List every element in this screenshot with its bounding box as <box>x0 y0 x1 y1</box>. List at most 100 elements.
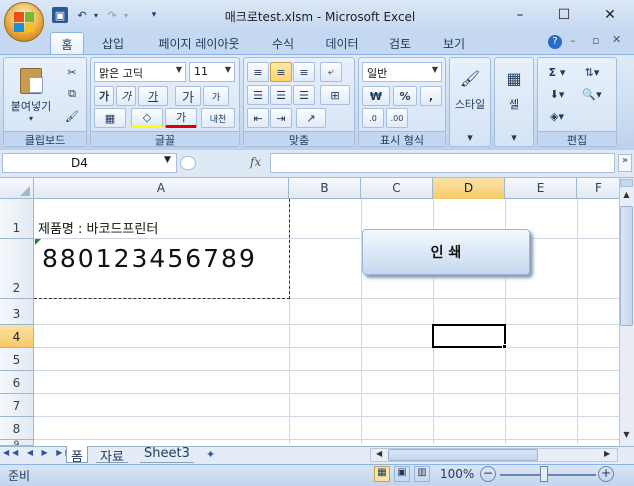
page-break-view-icon[interactable]: ▥ <box>414 466 430 482</box>
vertical-scroll-thumb[interactable] <box>620 206 633 326</box>
row-header-5[interactable]: 5 <box>0 348 34 371</box>
help-icon[interactable]: ? <box>548 35 562 49</box>
align-bottom-icon[interactable]: ≡ <box>293 62 315 82</box>
grow-font-button[interactable]: 가 <box>175 86 201 106</box>
page-layout-view-icon[interactable]: ▣ <box>394 466 410 482</box>
column-header-b[interactable]: B <box>289 178 361 199</box>
sheet-tab-data[interactable]: 자료 <box>96 446 128 465</box>
horizontal-scroll-thumb[interactable] <box>388 449 538 461</box>
increase-decimal-icon[interactable]: .0 <box>362 108 384 128</box>
decrease-decimal-icon[interactable]: .00 <box>386 108 408 128</box>
undo-dropdown-icon[interactable]: ▾ <box>88 7 104 23</box>
insert-sheet-icon[interactable]: ✦ <box>206 448 215 461</box>
cut-icon[interactable]: ✂ <box>62 62 82 82</box>
tab-data[interactable]: 데이터 <box>318 32 366 54</box>
paste-button[interactable]: 붙여넣기 ▾ <box>8 62 54 128</box>
sheet-tab-sheet3[interactable]: Sheet3 <box>140 446 194 463</box>
autosum-icon[interactable]: Σ ▾ <box>542 62 572 82</box>
scroll-up-icon[interactable]: ▲ <box>620 190 633 204</box>
align-left-icon[interactable]: ☰ <box>247 85 269 105</box>
styles-button[interactable]: 스타일 <box>450 96 490 112</box>
fill-handle[interactable] <box>502 344 507 349</box>
align-right-icon[interactable]: ☰ <box>293 85 315 105</box>
currency-button[interactable]: ₩ <box>362 86 390 106</box>
bold-button[interactable]: 가 <box>94 86 114 106</box>
merge-center-icon[interactable]: ⊞ <box>320 85 350 105</box>
redo-dropdown-icon[interactable]: ▾ <box>118 7 134 23</box>
cells-button[interactable]: 셀 <box>495 96 533 112</box>
font-color-button[interactable]: 가 <box>165 108 197 128</box>
cell-a1[interactable]: 제품명 : 바코드프린터 <box>38 218 158 237</box>
scroll-left-icon[interactable]: ◀ <box>376 449 382 458</box>
find-select-icon[interactable]: 🔍▾ <box>574 84 610 104</box>
save-icon[interactable]: ▣ <box>52 7 68 23</box>
column-header-a[interactable]: A <box>34 178 289 199</box>
phonetic-button[interactable]: 내천 <box>201 108 235 128</box>
tab-insert[interactable]: 삽입 <box>92 32 134 54</box>
ribbon-close-icon[interactable]: ✕ <box>612 33 621 46</box>
cells-icon[interactable]: ▦ <box>499 62 529 94</box>
percent-button[interactable]: % <box>393 86 417 106</box>
print-button[interactable]: 인 쇄 <box>362 229 530 275</box>
row-header-2[interactable]: 2 <box>0 239 34 299</box>
copy-icon[interactable]: ⧉ <box>62 84 82 104</box>
format-painter-icon[interactable]: 🖌 <box>62 106 82 126</box>
row-header-4[interactable]: 4 <box>0 325 34 348</box>
row-header-7[interactable]: 7 <box>0 394 34 417</box>
row-header-6[interactable]: 6 <box>0 371 34 394</box>
sort-filter-icon[interactable]: ⇅▾ <box>574 62 610 82</box>
close-button[interactable]: ✕ <box>592 4 628 26</box>
zoom-slider-thumb[interactable] <box>540 466 548 482</box>
column-header-d[interactable]: D <box>433 178 505 199</box>
orientation-icon[interactable]: ↗ <box>296 108 326 128</box>
italic-button[interactable]: 가 <box>116 86 136 106</box>
scroll-right-icon[interactable]: ▶ <box>604 449 610 458</box>
align-middle-icon[interactable]: ≡ <box>270 62 292 82</box>
zoom-out-icon[interactable]: − <box>480 466 496 482</box>
zoom-in-icon[interactable]: + <box>598 466 614 482</box>
wrap-text-icon[interactable]: ⤶ <box>320 62 342 82</box>
ribbon-restore-icon[interactable]: ▫ <box>592 34 599 47</box>
customize-qat-icon[interactable]: ▾ <box>146 7 162 23</box>
normal-view-icon[interactable]: ▦ <box>374 466 390 482</box>
styles-icon[interactable]: 🖌 <box>454 62 486 94</box>
name-box[interactable]: D4 <box>2 153 177 173</box>
ribbon-minimize-icon[interactable]: – <box>570 34 576 47</box>
select-all-button[interactable] <box>0 178 34 199</box>
maximize-button[interactable]: ☐ <box>546 4 582 26</box>
clear-icon[interactable]: ◈▾ <box>542 106 572 126</box>
row-header-3[interactable]: 3 <box>0 299 34 325</box>
shrink-font-button[interactable]: 가 <box>203 86 229 106</box>
sheet-nav-icon[interactable]: ◀◀ ◀ ▶ ▶▶ <box>3 448 75 457</box>
formula-input[interactable] <box>270 153 615 173</box>
row-header-1[interactable]: 1 <box>0 199 34 239</box>
font-name-combo[interactable]: 맑은 고딕 ▼ <box>94 62 186 82</box>
minimize-button[interactable]: – <box>502 4 538 26</box>
column-header-f[interactable]: F <box>577 178 620 199</box>
formula-bar-expand-icon[interactable] <box>180 156 196 170</box>
tab-page-layout[interactable]: 페이지 레이아웃 <box>148 32 250 54</box>
column-header-e[interactable]: E <box>505 178 577 199</box>
active-cell-d4[interactable] <box>432 324 506 348</box>
tab-review[interactable]: 검토 <box>380 32 420 54</box>
name-box-dropdown-icon[interactable]: ▼ <box>164 155 171 165</box>
align-center-icon[interactable]: ☰ <box>270 85 292 105</box>
decrease-indent-icon[interactable]: ⇤ <box>247 108 269 128</box>
underline-button[interactable]: 가 <box>138 86 168 106</box>
align-top-icon[interactable]: ≡ <box>247 62 269 82</box>
column-header-c[interactable]: C <box>361 178 433 199</box>
fill-color-button[interactable]: ◇ <box>131 108 163 128</box>
border-button[interactable]: ▦ <box>94 108 126 128</box>
row-header-8[interactable]: 8 <box>0 417 34 440</box>
split-box[interactable] <box>620 179 633 187</box>
insert-function-button[interactable]: fx <box>250 155 261 169</box>
office-button[interactable] <box>4 2 44 42</box>
tab-home[interactable]: 홈 <box>50 32 84 54</box>
zoom-level[interactable]: 100% <box>440 467 474 481</box>
number-format-combo[interactable]: 일반 ▼ <box>362 62 442 82</box>
font-size-combo[interactable]: 11 ▼ <box>189 62 235 82</box>
fill-icon[interactable]: ⬇▾ <box>542 84 572 104</box>
cell-a2[interactable]: 880123456789 <box>42 244 257 273</box>
zoom-slider-track[interactable] <box>500 474 596 476</box>
tab-formulas[interactable]: 수식 <box>262 32 304 54</box>
